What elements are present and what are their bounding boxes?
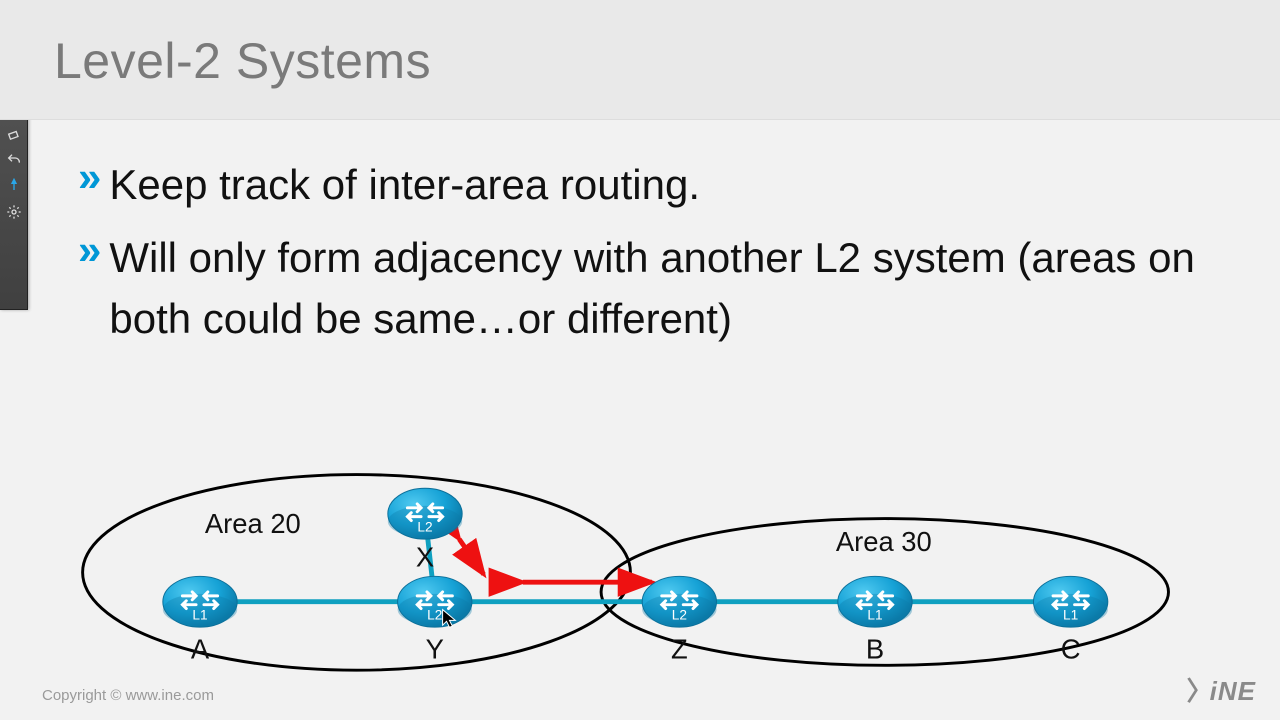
area-20-label: Area 20 bbox=[205, 508, 301, 539]
bullet-marker-icon: » bbox=[78, 155, 95, 199]
router-A-name: A bbox=[191, 633, 210, 664]
router-A-level: L1 bbox=[192, 607, 207, 622]
router-B-level: L1 bbox=[867, 607, 882, 622]
router-C-level: L1 bbox=[1063, 607, 1078, 622]
undo-icon[interactable] bbox=[4, 150, 24, 170]
router-B-name: B bbox=[866, 633, 884, 664]
router-Y-name: Y bbox=[426, 633, 444, 664]
router-Z-level: L2 bbox=[672, 607, 687, 622]
area-20-boundary bbox=[83, 475, 631, 671]
bullet-marker-icon: » bbox=[78, 228, 95, 272]
content-area: » Keep track of inter-area routing. » Wi… bbox=[78, 155, 1250, 362]
router-C-name: C bbox=[1061, 633, 1081, 664]
router-Z: L2 Z bbox=[642, 576, 716, 664]
gear-icon[interactable] bbox=[4, 202, 24, 222]
title-bar: Level-2 Systems bbox=[0, 0, 1280, 120]
bullet-item: » Keep track of inter-area routing. bbox=[78, 155, 1250, 216]
copyright-text: Copyright © www.ine.com bbox=[42, 687, 214, 704]
page-title: Level-2 Systems bbox=[54, 32, 431, 90]
ine-logo: iNE bbox=[1187, 671, 1256, 708]
router-Y-level: L2 bbox=[427, 607, 442, 622]
router-Y: L2 Y bbox=[398, 576, 472, 664]
bullet-text: Will only form adjacency with another L2… bbox=[109, 228, 1250, 350]
router-A: L1 A bbox=[163, 576, 237, 664]
router-X: L2 X bbox=[388, 488, 462, 572]
bullet-text: Keep track of inter-area routing. bbox=[109, 155, 700, 216]
router-X-level: L2 bbox=[417, 519, 432, 534]
pushpin-icon[interactable] bbox=[4, 176, 24, 196]
router-B: L1 B bbox=[838, 576, 912, 664]
network-diagram: Area 20 Area 30 L1 A L2 X L2 Y L2 Z L1 B… bbox=[60, 455, 1240, 680]
eraser-icon[interactable] bbox=[4, 124, 24, 144]
area-30-label: Area 30 bbox=[836, 526, 932, 557]
router-X-name: X bbox=[416, 542, 434, 573]
adjacency-arrows bbox=[459, 539, 652, 582]
router-Z-name: Z bbox=[671, 633, 688, 664]
bullet-item: » Will only form adjacency with another … bbox=[78, 228, 1250, 350]
